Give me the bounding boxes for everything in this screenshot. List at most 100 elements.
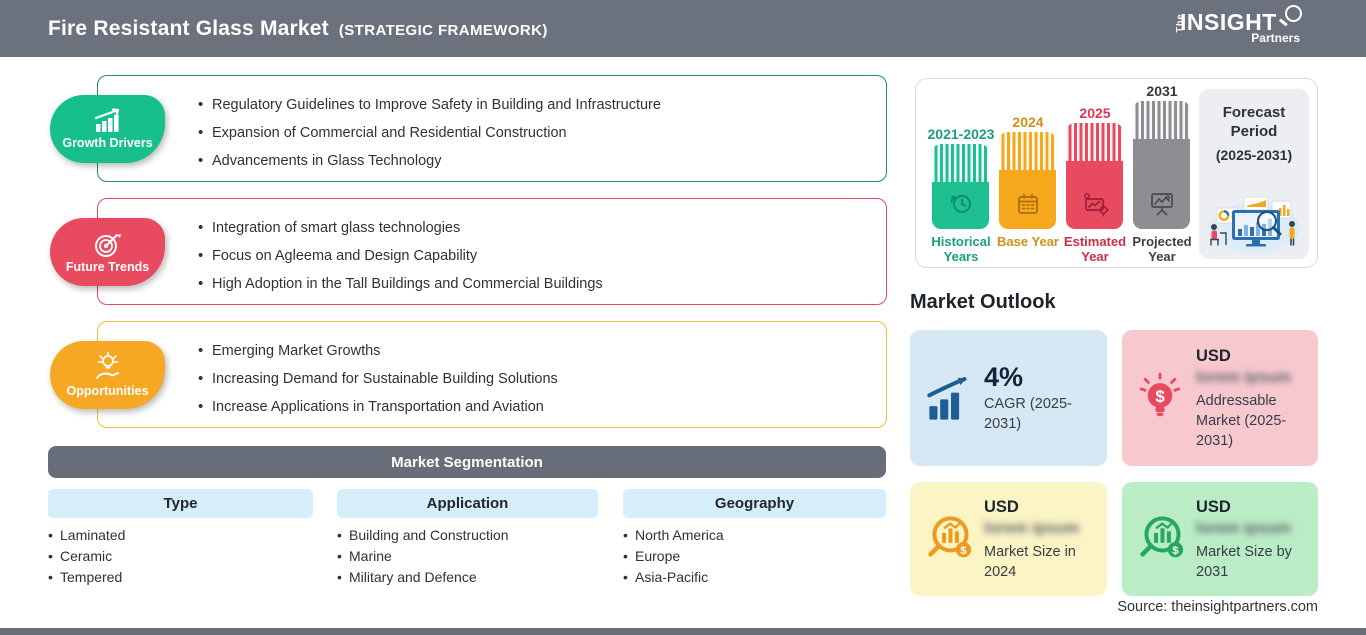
growth-drivers-list: Regulatory Guidelines to Improve Safety …: [198, 91, 872, 175]
presentation-icon: [1150, 193, 1173, 216]
svg-text:$: $: [1155, 387, 1165, 406]
source-attribution: Source: theinsightpartners.com: [1117, 599, 1318, 615]
blurred-value: lorem ipsum: [1196, 520, 1292, 537]
bullet-item: Focus on Agleema and Design Capability: [198, 242, 872, 270]
timeline-year-label: 2025: [1079, 105, 1111, 121]
page-title: Fire Resistant Glass Market: [48, 16, 329, 40]
forecast-illustration: [1208, 196, 1300, 253]
market-size-2031-text: USD lorem ipsum Market Size by 2031: [1196, 496, 1312, 582]
segment-list-type: Laminated Ceramic Tempered: [48, 525, 125, 588]
list-item: Tempered: [48, 567, 125, 588]
timeline-bar-historical: [932, 144, 989, 229]
bar-stripes: [1133, 101, 1190, 139]
opportunities-list: Emerging Market Growths Increasing Deman…: [198, 337, 872, 421]
list-item: Building and Construction: [337, 525, 509, 546]
timeline-caption: Base Year: [997, 234, 1059, 249]
header-bar: Fire Resistant Glass Market (STRATEGIC F…: [0, 0, 1366, 57]
timeline-card: 2021-2023 2024 2025 2031 Historical Year…: [915, 78, 1318, 268]
list-item: Laminated: [48, 525, 125, 546]
bullet-item: Increasing Demand for Sustainable Buildi…: [198, 365, 872, 393]
bar-stripes: [999, 132, 1056, 170]
market-segmentation-header: Market Segmentation: [48, 446, 886, 478]
bulb-hand-icon: [95, 352, 119, 379]
magnifier-chart-icon-green: $: [1140, 516, 1184, 558]
addressable-card-text: USD lorem ipsum Addressable Market (2025…: [1196, 345, 1312, 451]
svg-text:$: $: [1172, 545, 1179, 557]
target-icon: [94, 234, 121, 257]
bullet-item: Integration of smart glass technologies: [198, 214, 872, 242]
cagr-value: 4%: [984, 362, 1024, 392]
timeline-year-label: 2031: [1146, 83, 1178, 99]
column-header-label: Application: [426, 495, 509, 512]
opportunities-badge: Opportunities: [50, 341, 165, 409]
bar-stripes: [932, 144, 989, 182]
cagr-card-text: 4% CAGR (2025-2031): [984, 362, 1100, 434]
insight-partners-logo: The INSIGHT Partners: [1175, 5, 1310, 49]
list-item: Marine: [337, 546, 509, 567]
future-trends-badge: Future Trends: [50, 218, 165, 286]
currency-label: USD: [1196, 498, 1231, 516]
currency-label: USD: [1196, 347, 1231, 365]
market-size-2024-card: $ USD lorem ipsum Market Size in 2024: [910, 482, 1107, 596]
infographic-page: Fire Resistant Glass Market (STRATEGIC F…: [0, 0, 1366, 635]
timeline-bar-projected: [1133, 101, 1190, 229]
footer-bar: [0, 628, 1366, 635]
segment-column-header-application: Application: [337, 489, 598, 518]
magnifier-chart-icon-orange: $: [928, 516, 972, 558]
bullet-item: Advancements in Glass Technology: [198, 147, 872, 175]
bulb-dollar-icon: $: [1139, 372, 1181, 417]
badge-label: Growth Drivers: [62, 136, 153, 150]
segmentation-title: Market Segmentation: [391, 453, 543, 471]
opportunities-box: Emerging Market Growths Increasing Deman…: [97, 321, 887, 428]
cagr-growth-icon: [927, 377, 967, 420]
blurred-value: lorem ipsum: [1196, 369, 1292, 386]
segment-column-header-geography: Geography: [623, 489, 886, 518]
blurred-value: lorem ipsum: [984, 520, 1080, 537]
clock-history-icon: [950, 195, 971, 213]
list-item: Europe: [623, 546, 724, 567]
addressable-market-card: $ USD lorem ipsum Addressable Market (20…: [1122, 330, 1318, 466]
bullet-item: Regulatory Guidelines to Improve Safety …: [198, 91, 872, 119]
bullet-item: Increase Applications in Transportation …: [198, 393, 872, 421]
timeline-caption: Projected Year: [1132, 234, 1192, 264]
timeline-caption: Historical Years: [931, 234, 991, 264]
column-header-label: Geography: [714, 495, 795, 512]
svg-text:$: $: [960, 545, 967, 557]
logo-partners-text: Partners: [1251, 31, 1300, 45]
forecast-range: (2025-2031): [1215, 147, 1293, 163]
market-size-2031-card: $ USD lorem ipsum Market Size by 2031: [1122, 482, 1318, 596]
market-outlook-title: Market Outlook: [910, 291, 1056, 313]
card-label: Market Size in 2024: [984, 544, 1076, 580]
magnifier-lens-icon: [1285, 5, 1302, 22]
growth-drivers-badge: Growth Drivers: [50, 95, 165, 163]
list-item: Ceramic: [48, 546, 125, 567]
bullet-item: High Adoption in the Tall Buildings and …: [198, 270, 872, 298]
growth-chart-icon: [94, 108, 119, 132]
segment-list-application: Building and Construction Marine Militar…: [337, 525, 509, 588]
list-item: North America: [623, 525, 724, 546]
future-trends-box: Integration of smart glass technologies …: [97, 198, 887, 305]
timeline-bar-base: [999, 132, 1056, 229]
segment-column-header-type: Type: [48, 489, 313, 518]
timeline-caption: Estimated Year: [1063, 234, 1127, 264]
list-item: Asia-Pacific: [623, 567, 724, 588]
future-trends-list: Integration of smart glass technologies …: [198, 214, 872, 298]
bullet-item: Emerging Market Growths: [198, 337, 872, 365]
growth-drivers-box: Regulatory Guidelines to Improve Safety …: [97, 75, 887, 182]
bar-stripes: [1066, 123, 1123, 161]
list-item: Military and Defence: [337, 567, 509, 588]
card-label: Addressable Market (2025-2031): [1196, 393, 1287, 449]
column-header-label: Type: [163, 495, 198, 512]
forecast-period-panel: Forecast Period (2025-2031): [1199, 89, 1309, 259]
forecast-title: Forecast Period: [1222, 104, 1286, 140]
gear-chart-icon: [1083, 193, 1109, 217]
header-title-wrap: Fire Resistant Glass Market (STRATEGIC F…: [48, 17, 548, 41]
currency-label: USD: [984, 498, 1019, 516]
calendar-icon: [1017, 193, 1038, 214]
magnifier-handle-icon: [1279, 18, 1288, 27]
card-label: Market Size by 2031: [1196, 544, 1292, 580]
badge-label: Future Trends: [65, 260, 150, 274]
segment-list-geography: North America Europe Asia-Pacific: [623, 525, 724, 588]
bullet-item: Expansion of Commercial and Residential …: [198, 119, 872, 147]
badge-label: Opportunities: [66, 384, 149, 398]
